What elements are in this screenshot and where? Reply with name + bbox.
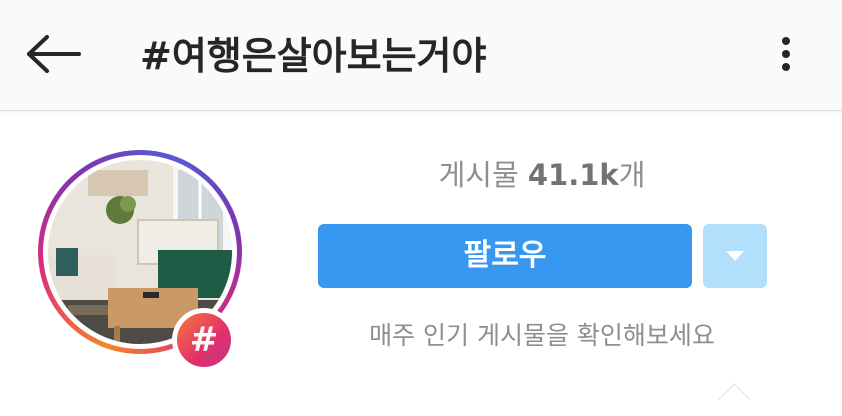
- top-app-bar: #여행은살아보는거야: [0, 0, 842, 111]
- page-title: #여행은살아보는거야: [140, 34, 487, 78]
- post-count-prefix: 게시물: [438, 158, 528, 192]
- back-button[interactable]: [22, 28, 86, 80]
- caret-down-icon: [726, 251, 744, 261]
- arrow-left-icon: [27, 35, 81, 73]
- more-vertical-icon: [782, 37, 790, 71]
- follow-button[interactable]: 팔로우: [318, 224, 692, 288]
- follow-hint-text: 매주 인기 게시물을 확인해보세요: [369, 321, 715, 350]
- post-count-value: 41.1k: [527, 158, 619, 192]
- more-options-button[interactable]: [766, 32, 806, 76]
- hashtag-icon: #: [177, 313, 231, 367]
- hashtag-badge: #: [172, 308, 236, 372]
- follow-options-dropdown-button[interactable]: [703, 224, 767, 288]
- post-count: 게시물 41.1k개: [318, 152, 766, 194]
- post-count-suffix: 개: [618, 158, 646, 192]
